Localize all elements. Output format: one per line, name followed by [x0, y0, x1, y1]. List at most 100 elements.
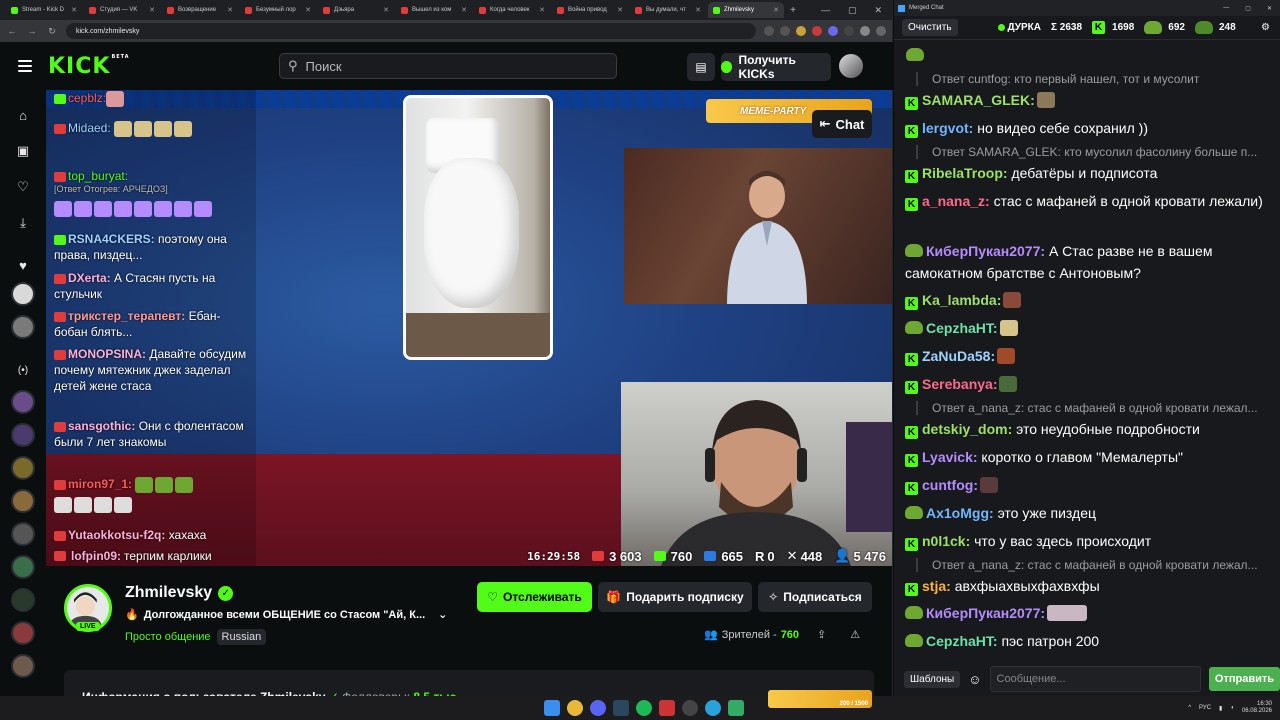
browser-tab[interactable]: Возвращение ✕ [162, 2, 238, 18]
library-button[interactable]: ▤ [687, 53, 715, 81]
channel-avatar[interactable] [11, 423, 35, 447]
clock[interactable]: 16:30 06.08.2026 [1242, 701, 1272, 715]
start-icon[interactable] [544, 700, 560, 716]
extension-icon[interactable] [828, 26, 838, 36]
language-tag[interactable]: Russian [216, 629, 267, 645]
maximize-icon[interactable]: ▢ [848, 5, 857, 16]
browser-tab[interactable]: Stream - Kick D ✕ [6, 2, 82, 18]
channel-name[interactable]: Zhmilevsky ✓ [125, 584, 234, 602]
minimize-icon[interactable]: — [821, 5, 830, 16]
profile-icon[interactable] [860, 26, 870, 36]
browser-tab[interactable]: Когда человек ✕ [474, 2, 550, 18]
message-input[interactable]: Сообщение... [989, 666, 1201, 692]
close-icon[interactable]: ✕ [773, 6, 779, 14]
send-button[interactable]: Отправить [1208, 667, 1280, 691]
toilet-video-overlay [403, 95, 553, 360]
emote [114, 120, 133, 137]
chevron-down-icon[interactable]: ⌄ [438, 608, 447, 621]
channel-avatar[interactable] [11, 315, 35, 339]
discord-icon[interactable] [590, 700, 606, 716]
app-icon[interactable] [659, 700, 675, 716]
live-channels-icon[interactable]: (•) [12, 359, 34, 381]
app-icon[interactable] [728, 700, 744, 716]
extension-icon[interactable] [812, 26, 822, 36]
following-icon[interactable]: ♡ [12, 176, 34, 198]
search-input[interactable]: ⚲ Поиск [279, 53, 617, 79]
reload-icon[interactable]: ↻ [46, 26, 58, 37]
close-icon[interactable]: ✕ [227, 6, 233, 14]
close-window-icon[interactable]: ✕ [1267, 5, 1272, 12]
clear-button[interactable]: Очистить [902, 19, 958, 36]
video-player[interactable]: cepblz: Midaed: top_buryat: [Ответ Отогр… [46, 90, 892, 566]
close-icon[interactable]: ✕ [383, 6, 389, 14]
emoji-icon[interactable]: ☺ [968, 672, 981, 687]
browser-tab-active[interactable]: Zhmilevsky ✕ [708, 2, 784, 18]
language-indicator[interactable]: РУС [1199, 705, 1211, 711]
follow-button[interactable]: ♡ Отслеживать [477, 582, 592, 612]
network-icon[interactable]: ▮ [1219, 705, 1222, 712]
close-icon[interactable]: ✕ [461, 6, 467, 14]
chrome-icon[interactable] [567, 700, 583, 716]
close-icon[interactable]: ✕ [617, 6, 623, 14]
settings-icon[interactable]: ⚙ [1261, 22, 1270, 33]
tray-chevron-icon[interactable]: ^ [1188, 705, 1191, 711]
templates-button[interactable]: Шаблоны [904, 670, 961, 688]
share-icon[interactable]: ⇪ [817, 628, 826, 641]
channel-avatar[interactable] [11, 654, 35, 678]
browser-tab[interactable]: Дзьяра ✕ [318, 2, 394, 18]
window-controls: — ▢ ✕ [821, 5, 892, 16]
browser-tab[interactable]: Война привод ✕ [552, 2, 628, 18]
star-icon[interactable] [780, 26, 790, 36]
category-link[interactable]: Просто общение [125, 631, 211, 643]
chat-message: Klergvot: но видео себе сохранил )) [905, 117, 1275, 139]
minimize-icon[interactable]: — [1223, 5, 1229, 12]
browser-tab[interactable]: Вы думали, чт ✕ [630, 2, 706, 18]
close-icon[interactable]: ✕ [695, 6, 701, 14]
channel-avatar[interactable] [11, 522, 35, 546]
heart-icon[interactable]: ♥ [12, 254, 34, 276]
home-icon[interactable]: ⌂ [12, 104, 34, 126]
extensions [764, 26, 886, 36]
channel-avatar[interactable] [11, 390, 35, 414]
channel-avatar[interactable] [11, 555, 35, 579]
new-tab-icon[interactable]: + [786, 5, 800, 16]
channel-avatar[interactable] [11, 456, 35, 480]
channel-avatar[interactable] [11, 282, 35, 306]
channel-avatar[interactable] [11, 621, 35, 645]
channel-avatar[interactable] [11, 489, 35, 513]
volume-icon[interactable]: ◖ [1230, 705, 1234, 711]
user-avatar[interactable] [839, 54, 863, 78]
extension-icon[interactable] [796, 26, 806, 36]
close-icon[interactable]: ✕ [539, 6, 545, 14]
extension-icon[interactable] [844, 26, 854, 36]
close-window-icon[interactable]: ✕ [874, 5, 882, 16]
kick-logo[interactable]: KICKBETA [48, 54, 130, 79]
subscribe-button[interactable]: ✧ Подписаться [758, 582, 872, 612]
report-icon[interactable]: ⚠ [850, 628, 860, 641]
obs-icon[interactable] [682, 700, 698, 716]
browser-tab[interactable]: Вышел из ком ✕ [396, 2, 472, 18]
close-icon[interactable]: ✕ [71, 6, 77, 14]
steam-icon[interactable] [613, 700, 629, 716]
search-icon[interactable] [764, 26, 774, 36]
get-kicks-button[interactable]: Получить KICKs [721, 53, 831, 81]
channel-avatar[interactable] [11, 588, 35, 612]
browser-tab[interactable]: Студия — VK ✕ [84, 2, 160, 18]
back-icon[interactable]: ← [6, 26, 18, 36]
kick-badge-icon: K [905, 125, 918, 138]
overlay-message: RSNA4CKERS: поэтому она права, пиздец... [54, 232, 227, 262]
browse-icon[interactable]: ▣ [12, 140, 34, 162]
browser-tab[interactable]: Безумный лор ✕ [240, 2, 316, 18]
close-icon[interactable]: ✕ [149, 6, 155, 14]
spotify-icon[interactable] [636, 700, 652, 716]
maximize-icon[interactable]: ▢ [1245, 5, 1251, 12]
hamburger-menu-icon[interactable] [18, 60, 32, 72]
close-icon[interactable]: ✕ [305, 6, 311, 14]
telegram-icon[interactable] [705, 700, 721, 716]
chat-toggle-button[interactable]: ⇤ Chat [812, 110, 872, 138]
download-icon[interactable]: ⤓ [12, 212, 34, 234]
menu-icon[interactable] [876, 26, 886, 36]
gift-sub-button[interactable]: 🎁 Подарить подписку [598, 582, 752, 612]
url-field[interactable]: kick.com/zhmilevsky [66, 23, 756, 39]
forward-icon[interactable]: → [26, 26, 38, 36]
